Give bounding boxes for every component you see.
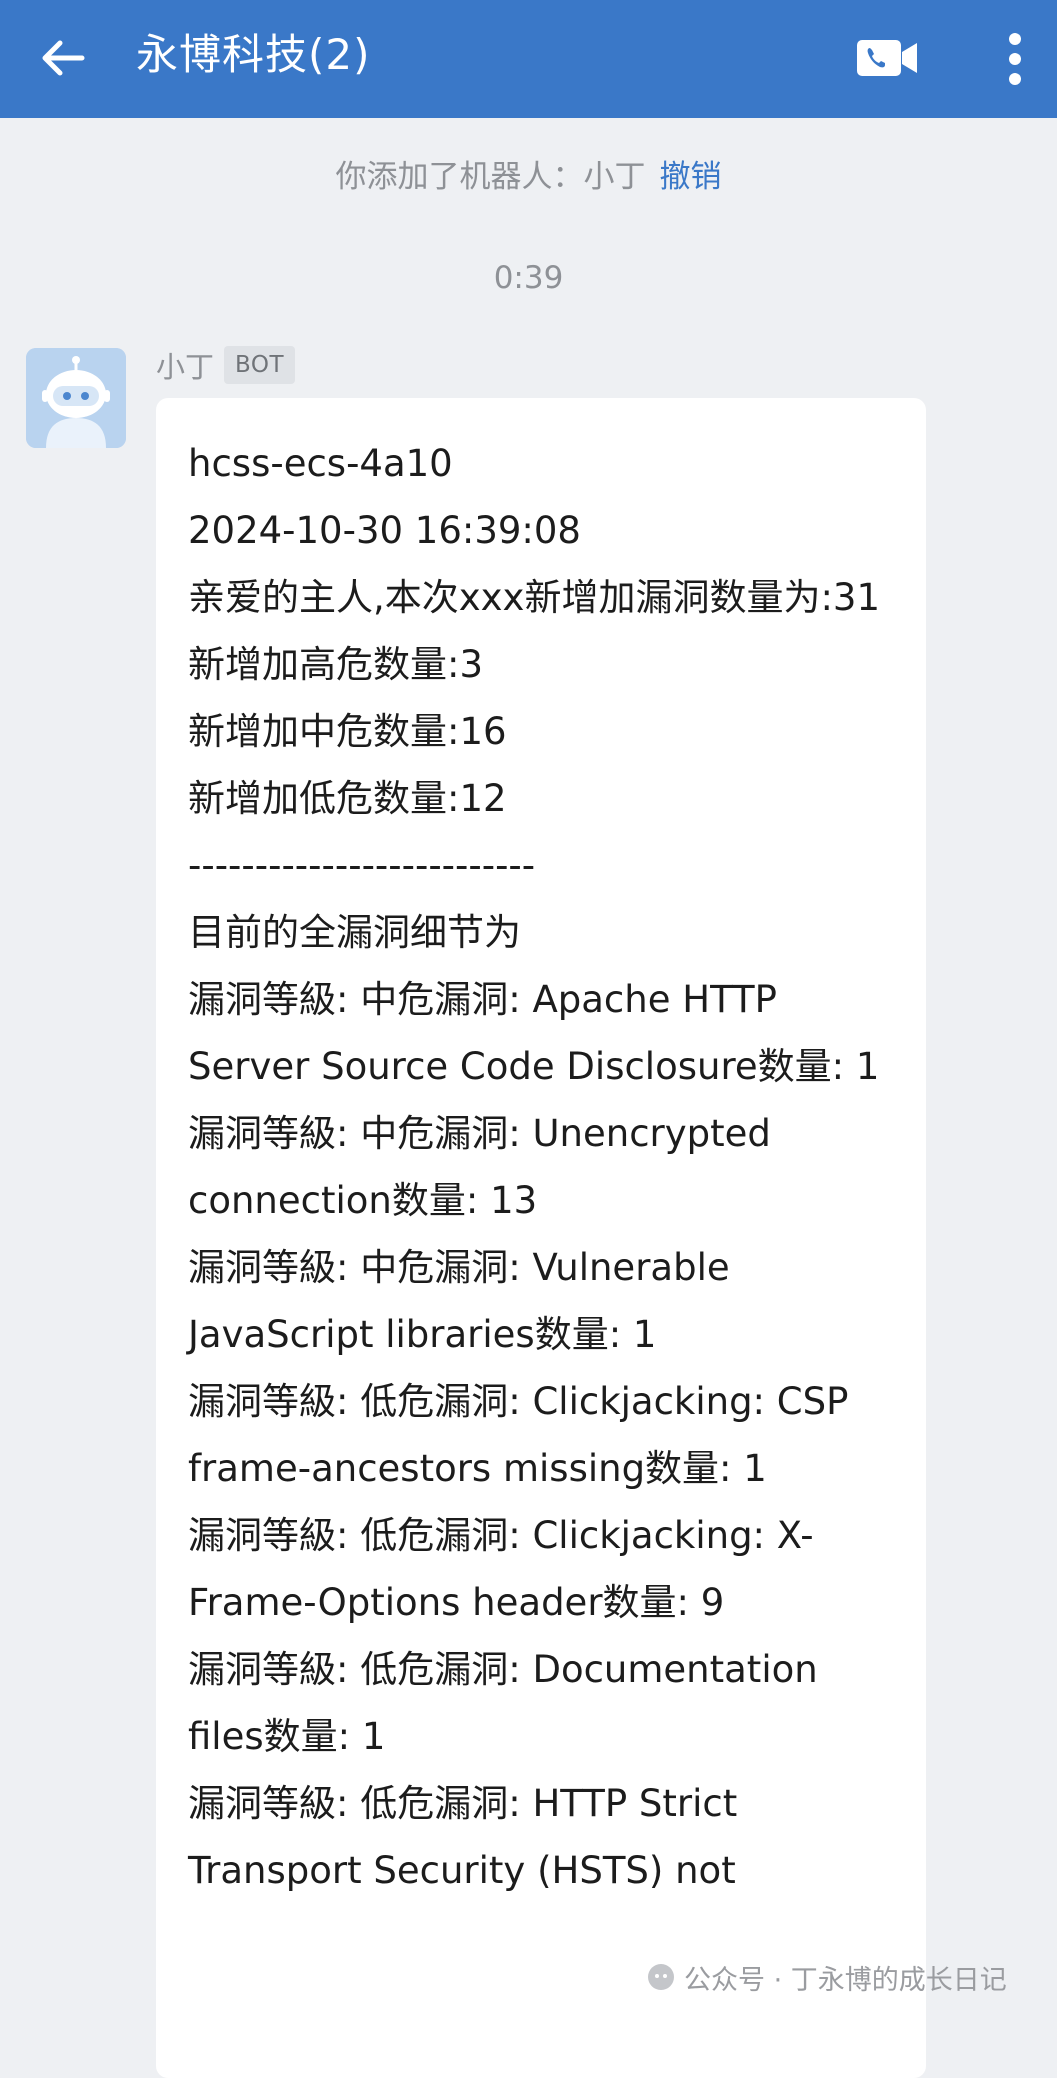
watermark-text: 公众号 · 丁永博的成长日记 xyxy=(684,1964,1007,1996)
message-line: 漏洞等級: 低危漏洞: Documentation files数量: 1 xyxy=(188,1648,818,1758)
message-line: 亲爱的主人,本次xxx新增加漏洞数量为:31 xyxy=(188,576,880,619)
wechat-official-icon xyxy=(648,1964,674,1990)
arrow-left-icon xyxy=(42,40,85,76)
undo-link[interactable]: 撤销 xyxy=(660,159,722,195)
back-button[interactable] xyxy=(30,25,96,91)
message-line: 漏洞等級: 中危漏洞: Vulnerable JavaScript librar… xyxy=(188,1246,730,1356)
message-line: 新增加低危数量:12 xyxy=(188,777,507,820)
more-options-button[interactable] xyxy=(990,24,1040,94)
bot-badge: BOT xyxy=(224,346,296,384)
message-timestamp: 0:39 xyxy=(493,260,564,296)
robot-avatar-icon xyxy=(26,348,126,448)
message-line: 漏洞等級: 低危漏洞: Clickjacking: CSP frame-ance… xyxy=(188,1380,849,1490)
message-line: 漏洞等級: 低危漏洞: Clickjacking: X-Frame-Option… xyxy=(188,1514,814,1624)
message-line: 新增加高危数量:3 xyxy=(188,643,484,686)
chat-header: 永博科技(2) xyxy=(0,0,1057,118)
message-line: 漏洞等級: 中危漏洞: Unencrypted connection数量: 13 xyxy=(188,1112,771,1222)
system-notice-text: 你添加了机器人：小丁 xyxy=(335,159,646,195)
message-line: 2024-10-30 16:39:08 xyxy=(188,509,581,552)
message-line: 漏洞等級: 中危漏洞: Apache HTTP Server Source Co… xyxy=(188,978,880,1088)
message-bubble[interactable]: hcss-ecs-4a10 2024-10-30 16:39:08 亲爱的主人,… xyxy=(156,398,926,2078)
message-line: 新增加中危数量:16 xyxy=(188,710,507,753)
system-notice: 你添加了机器人：小丁 撤销 xyxy=(0,152,1057,202)
chat-title: 永博科技(2) xyxy=(136,30,371,79)
message-line: 漏洞等級: 低危漏洞: HTTP Strict Transport Securi… xyxy=(188,1782,738,1892)
message-line: -------------------------- xyxy=(188,844,536,887)
message-line: 目前的全漏洞细节为 xyxy=(188,911,521,954)
message-line: hcss-ecs-4a10 xyxy=(188,442,453,485)
message-text: hcss-ecs-4a10 2024-10-30 16:39:08 亲爱的主人,… xyxy=(188,430,888,1904)
sender-name: 小丁 xyxy=(156,350,215,384)
video-call-button[interactable] xyxy=(852,28,922,88)
watermark: 公众号 · 丁永博的成长日记 xyxy=(646,1952,1007,2002)
bot-avatar[interactable] xyxy=(26,348,126,448)
message-sender: 小丁 BOT xyxy=(156,340,296,390)
video-call-icon xyxy=(857,40,917,76)
more-vertical-icon xyxy=(1009,33,1021,85)
